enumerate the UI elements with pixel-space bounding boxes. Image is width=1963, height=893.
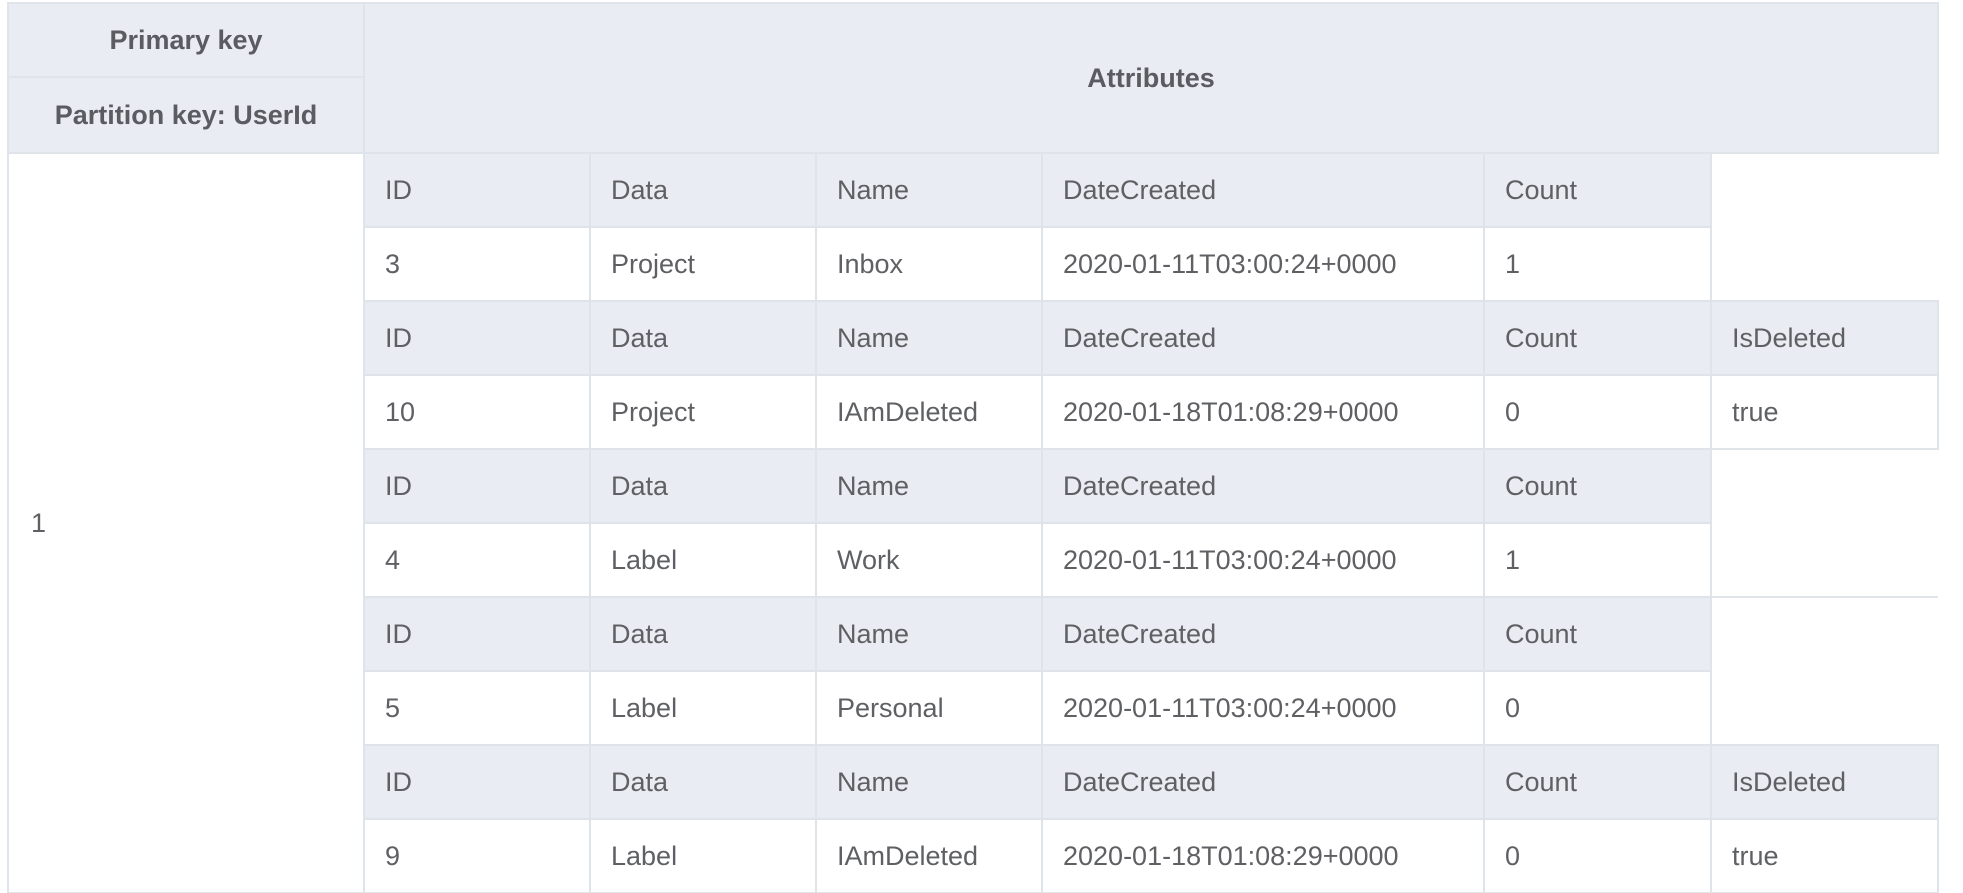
attribute-header-row: 1 ID Data Name DateCreated Count: [7, 152, 1938, 893]
attribute-name-cell: Name: [815, 448, 1043, 524]
attribute-name-cell: Name: [815, 300, 1043, 376]
attribute-name-cell: ID: [363, 152, 591, 228]
partition-key-header: Partition key: UserId: [7, 76, 365, 154]
attribute-value-cell: 1: [1483, 226, 1712, 302]
dynamodb-table-view: Primary key Attributes Partition key: Us…: [0, 0, 1963, 893]
attribute-name-cell: Data: [589, 152, 817, 228]
attribute-value-cell: Project: [589, 374, 817, 450]
attribute-value-cell: IAmDeleted: [815, 818, 1043, 893]
attribute-value-cell: 0: [1483, 818, 1712, 893]
attribute-name-cell: Count: [1483, 596, 1712, 672]
attribute-value-cell: 3: [363, 226, 591, 302]
attribute-value-cell: 2020-01-11T03:00:24+0000: [1041, 522, 1485, 598]
attributes-header: Attributes: [363, 2, 1939, 154]
partition-key-value: 1: [7, 152, 365, 893]
attribute-name-cell: ID: [363, 300, 591, 376]
single-table-design-grid: Primary key Attributes Partition key: Us…: [7, 2, 1939, 893]
primary-key-header-row: Primary key Attributes: [7, 2, 1939, 154]
attribute-name-cell: DateCreated: [1041, 448, 1485, 524]
attribute-value-cell: 0: [1483, 670, 1712, 746]
attribute-name-cell: ID: [363, 448, 591, 524]
attribute-value-cell: 0: [1483, 374, 1712, 450]
attribute-name-cell: Count: [1483, 448, 1712, 524]
attribute-name-cell: Name: [815, 744, 1043, 820]
attribute-value-cell: 2020-01-18T01:08:29+0000: [1041, 818, 1485, 893]
attribute-name-cell: Count: [1483, 744, 1712, 820]
empty-cell: [1710, 596, 1938, 671]
attribute-value-cell: 5: [363, 670, 591, 746]
attribute-name-cell: Data: [589, 744, 817, 820]
attribute-value-cell: IAmDeleted: [815, 374, 1043, 450]
attribute-name-cell: Name: [815, 596, 1043, 672]
attribute-value-cell: Label: [589, 818, 817, 893]
attribute-name-cell: ID: [363, 596, 591, 672]
attribute-value-cell: Inbox: [815, 226, 1043, 302]
attribute-value-cell: Work: [815, 522, 1043, 598]
attribute-name-cell: IsDeleted: [1710, 744, 1939, 820]
empty-cell: [1710, 152, 1938, 227]
empty-cell: [1710, 448, 1938, 523]
attribute-value-cell: 2020-01-18T01:08:29+0000: [1041, 374, 1485, 450]
attribute-value-cell: 2020-01-11T03:00:24+0000: [1041, 226, 1485, 302]
attribute-name-cell: IsDeleted: [1710, 300, 1939, 376]
attribute-name-cell: Count: [1483, 152, 1712, 228]
empty-cell: [1711, 671, 1938, 745]
empty-cell: [1711, 227, 1938, 301]
attribute-name-cell: Name: [815, 152, 1043, 228]
attribute-name-cell: DateCreated: [1041, 300, 1485, 376]
attribute-name-cell: DateCreated: [1041, 596, 1485, 672]
attribute-name-cell: Count: [1483, 300, 1712, 376]
attribute-value-cell: 2020-01-11T03:00:24+0000: [1041, 670, 1485, 746]
attribute-name-cell: DateCreated: [1041, 152, 1485, 228]
attribute-value-cell: Label: [589, 670, 817, 746]
primary-key-header: Primary key: [7, 2, 365, 78]
attribute-name-cell: Data: [589, 300, 817, 376]
attribute-value-cell: true: [1710, 818, 1939, 893]
attribute-value-cell: Personal: [815, 670, 1043, 746]
empty-cell: [1711, 523, 1938, 597]
attribute-value-cell: Project: [589, 226, 817, 302]
attribute-value-cell: 10: [363, 374, 591, 450]
attribute-name-cell: DateCreated: [1041, 744, 1485, 820]
attribute-value-cell: Label: [589, 522, 817, 598]
attribute-name-cell: Data: [589, 448, 817, 524]
attribute-value-cell: 1: [1483, 522, 1712, 598]
attribute-name-cell: Data: [589, 596, 817, 672]
attribute-value-cell: 9: [363, 818, 591, 893]
attribute-value-cell: 4: [363, 522, 591, 598]
attribute-name-cell: ID: [363, 744, 591, 820]
attribute-value-cell: true: [1710, 374, 1939, 450]
